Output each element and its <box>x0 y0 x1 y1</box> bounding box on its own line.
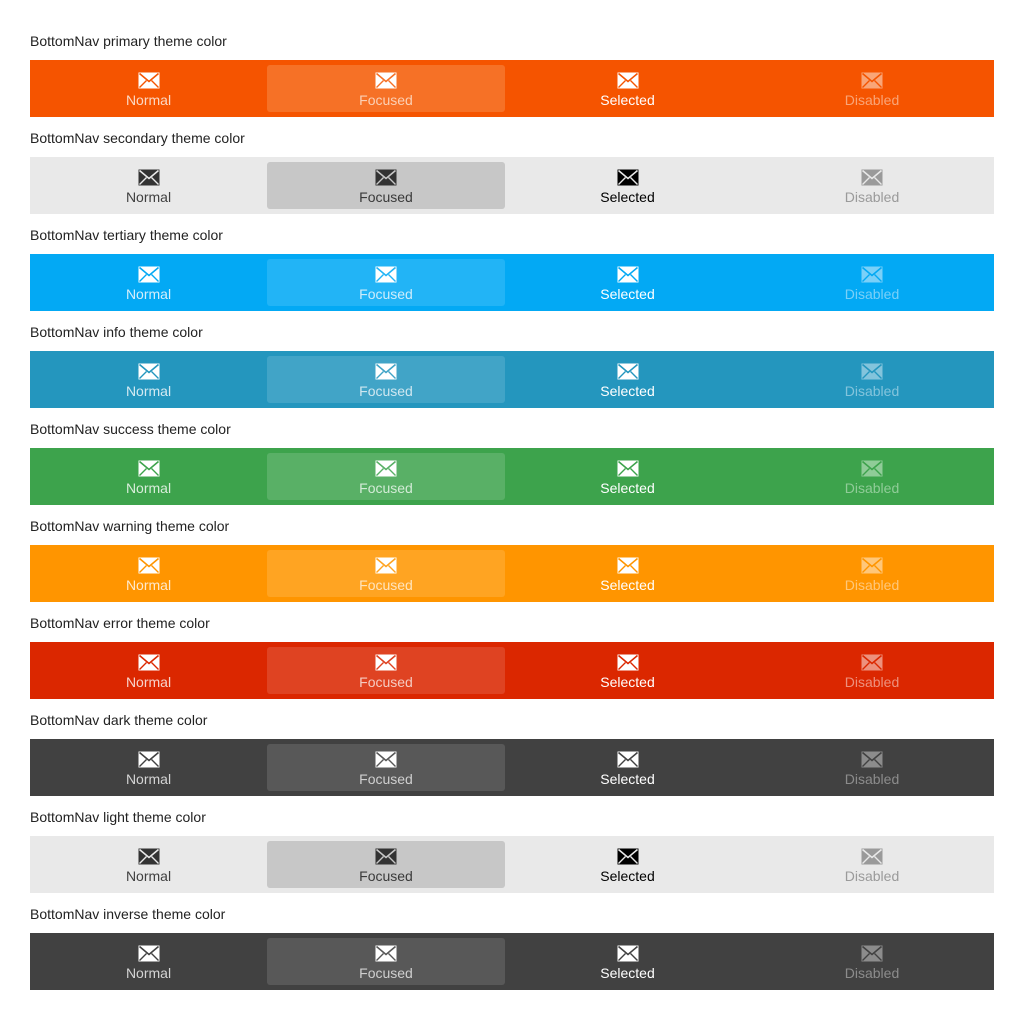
envelope-icon <box>861 751 883 768</box>
envelope-icon <box>617 460 639 477</box>
envelope-icon <box>861 169 883 186</box>
envelope-icon <box>617 266 639 283</box>
envelope-icon <box>617 848 639 865</box>
bottom-nav-inverse: Normal Focused Selected Disabled <box>30 933 994 990</box>
envelope-icon <box>375 654 397 671</box>
section-title: BottomNav secondary theme color <box>30 130 245 146</box>
bottomnav-section-success: BottomNav success theme color Normal Focus… <box>30 388 994 505</box>
bottomnav-section-tertiary: BottomNav tertiary theme color Normal Focu… <box>30 194 994 311</box>
envelope-icon <box>138 945 160 962</box>
envelope-icon <box>617 751 639 768</box>
envelope-icon <box>617 169 639 186</box>
bottomnav-section-warning: BottomNav warning theme color Normal Focus… <box>30 485 994 602</box>
nav-item-normal[interactable]: Normal <box>30 933 267 990</box>
section-title: BottomNav error theme color <box>30 615 210 631</box>
nav-item-focused[interactable]: Focused <box>267 933 505 990</box>
section-title: BottomNav info theme color <box>30 324 203 340</box>
envelope-icon <box>861 848 883 865</box>
bottomnav-section-inverse: BottomNav inverse theme color Normal Focus… <box>30 873 994 990</box>
envelope-icon <box>375 72 397 89</box>
envelope-icon <box>861 266 883 283</box>
envelope-icon <box>138 460 160 477</box>
section-title: BottomNav success theme color <box>30 421 231 437</box>
envelope-icon <box>138 557 160 574</box>
envelope-icon <box>861 945 883 962</box>
envelope-icon <box>138 266 160 283</box>
envelope-icon <box>617 72 639 89</box>
bottomnav-showcase: BottomNav primary theme color Normal Focus… <box>30 0 994 990</box>
nav-item-label: Selected <box>600 965 655 981</box>
envelope-icon <box>375 266 397 283</box>
envelope-icon <box>617 654 639 671</box>
envelope-icon <box>138 169 160 186</box>
envelope-icon <box>861 72 883 89</box>
envelope-icon <box>617 945 639 962</box>
section-title: BottomNav primary theme color <box>30 33 227 49</box>
section-title: BottomNav light theme color <box>30 809 206 825</box>
envelope-icon <box>138 72 160 89</box>
bottomnav-section-error: BottomNav error theme color Normal Focused… <box>30 582 994 699</box>
envelope-icon <box>375 848 397 865</box>
envelope-icon <box>375 945 397 962</box>
envelope-icon <box>861 654 883 671</box>
envelope-icon <box>138 848 160 865</box>
bottomnav-section-primary: BottomNav primary theme color Normal Focus… <box>30 0 994 117</box>
bottomnav-section-info: BottomNav info theme color Normal Focused S… <box>30 291 994 408</box>
bottomnav-section-light: BottomNav light theme color Normal Focused… <box>30 776 994 893</box>
bottomnav-section-secondary: BottomNav secondary theme color Normal Foc… <box>30 97 994 214</box>
envelope-icon <box>138 654 160 671</box>
section-title: BottomNav tertiary theme color <box>30 227 223 243</box>
envelope-icon <box>375 751 397 768</box>
envelope-icon <box>617 557 639 574</box>
envelope-icon <box>617 363 639 380</box>
envelope-icon <box>375 460 397 477</box>
nav-item-label: Disabled <box>844 965 900 981</box>
envelope-icon <box>138 751 160 768</box>
nav-item-label: Focused <box>359 965 413 981</box>
section-title: BottomNav warning theme color <box>30 518 230 534</box>
envelope-icon <box>375 169 397 186</box>
nav-item-disabled: Disabled <box>750 933 994 990</box>
envelope-icon <box>375 363 397 380</box>
nav-item-label: Normal <box>125 965 172 981</box>
nav-item-selected[interactable]: Selected <box>505 933 750 990</box>
envelope-icon <box>138 363 160 380</box>
envelope-icon <box>375 557 397 574</box>
bottomnav-section-dark: BottomNav dark theme color Normal Focused S… <box>30 679 994 796</box>
section-title: BottomNav dark theme color <box>30 712 208 728</box>
section-title: BottomNav inverse theme color <box>30 906 226 922</box>
envelope-icon <box>861 557 883 574</box>
envelope-icon <box>861 460 883 477</box>
envelope-icon <box>861 363 883 380</box>
